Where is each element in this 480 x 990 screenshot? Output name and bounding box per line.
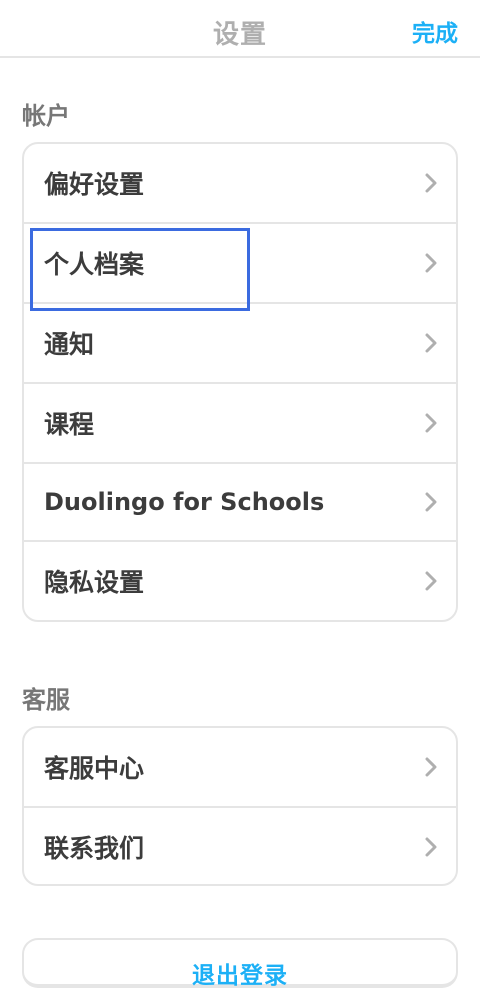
chevron-right-icon xyxy=(425,173,437,193)
logout-label: 退出登录 xyxy=(192,963,288,989)
settings-item-label: 隐私设置 xyxy=(44,568,145,597)
support-list: 客服中心 联系我们 xyxy=(22,726,458,886)
chevron-right-icon xyxy=(425,757,437,777)
chevron-right-icon xyxy=(425,492,437,512)
section-title-support: 客服 xyxy=(22,686,70,714)
settings-item-help-center[interactable]: 客服中心 xyxy=(24,728,456,806)
settings-item-label: 个人档案 xyxy=(44,250,145,279)
settings-item-notifications[interactable]: 通知 xyxy=(24,302,456,382)
settings-item-contact-us[interactable]: 联系我们 xyxy=(24,806,456,884)
chevron-right-icon xyxy=(425,571,437,591)
chevron-right-icon xyxy=(425,413,437,433)
top-bar: 设置 完成 xyxy=(0,0,480,58)
chevron-right-icon xyxy=(425,333,437,353)
settings-item-privacy[interactable]: 隐私设置 xyxy=(24,540,456,620)
settings-item-label: Duolingo for Schools xyxy=(44,488,325,516)
settings-item-label: 课程 xyxy=(44,410,95,439)
settings-item-preferences[interactable]: 偏好设置 xyxy=(24,144,456,222)
settings-item-duolingo-for-schools[interactable]: Duolingo for Schools xyxy=(24,462,456,540)
settings-item-label: 联系我们 xyxy=(44,834,145,863)
page-title: 设置 xyxy=(212,20,267,50)
settings-item-courses[interactable]: 课程 xyxy=(24,382,456,462)
settings-item-label: 通知 xyxy=(44,330,95,359)
settings-item-label: 偏好设置 xyxy=(44,170,145,199)
account-settings-list: 偏好设置 个人档案 通知 课程 Duolingo for Schools 隐私设… xyxy=(22,142,458,622)
logout-button[interactable]: 退出登录 xyxy=(22,938,458,989)
chevron-right-icon xyxy=(425,837,437,857)
settings-item-label: 客服中心 xyxy=(44,754,145,783)
section-title-account: 帐户 xyxy=(22,102,70,130)
chevron-right-icon xyxy=(425,253,437,273)
done-button[interactable]: 完成 xyxy=(412,14,458,48)
settings-item-profile[interactable]: 个人档案 xyxy=(24,222,456,302)
